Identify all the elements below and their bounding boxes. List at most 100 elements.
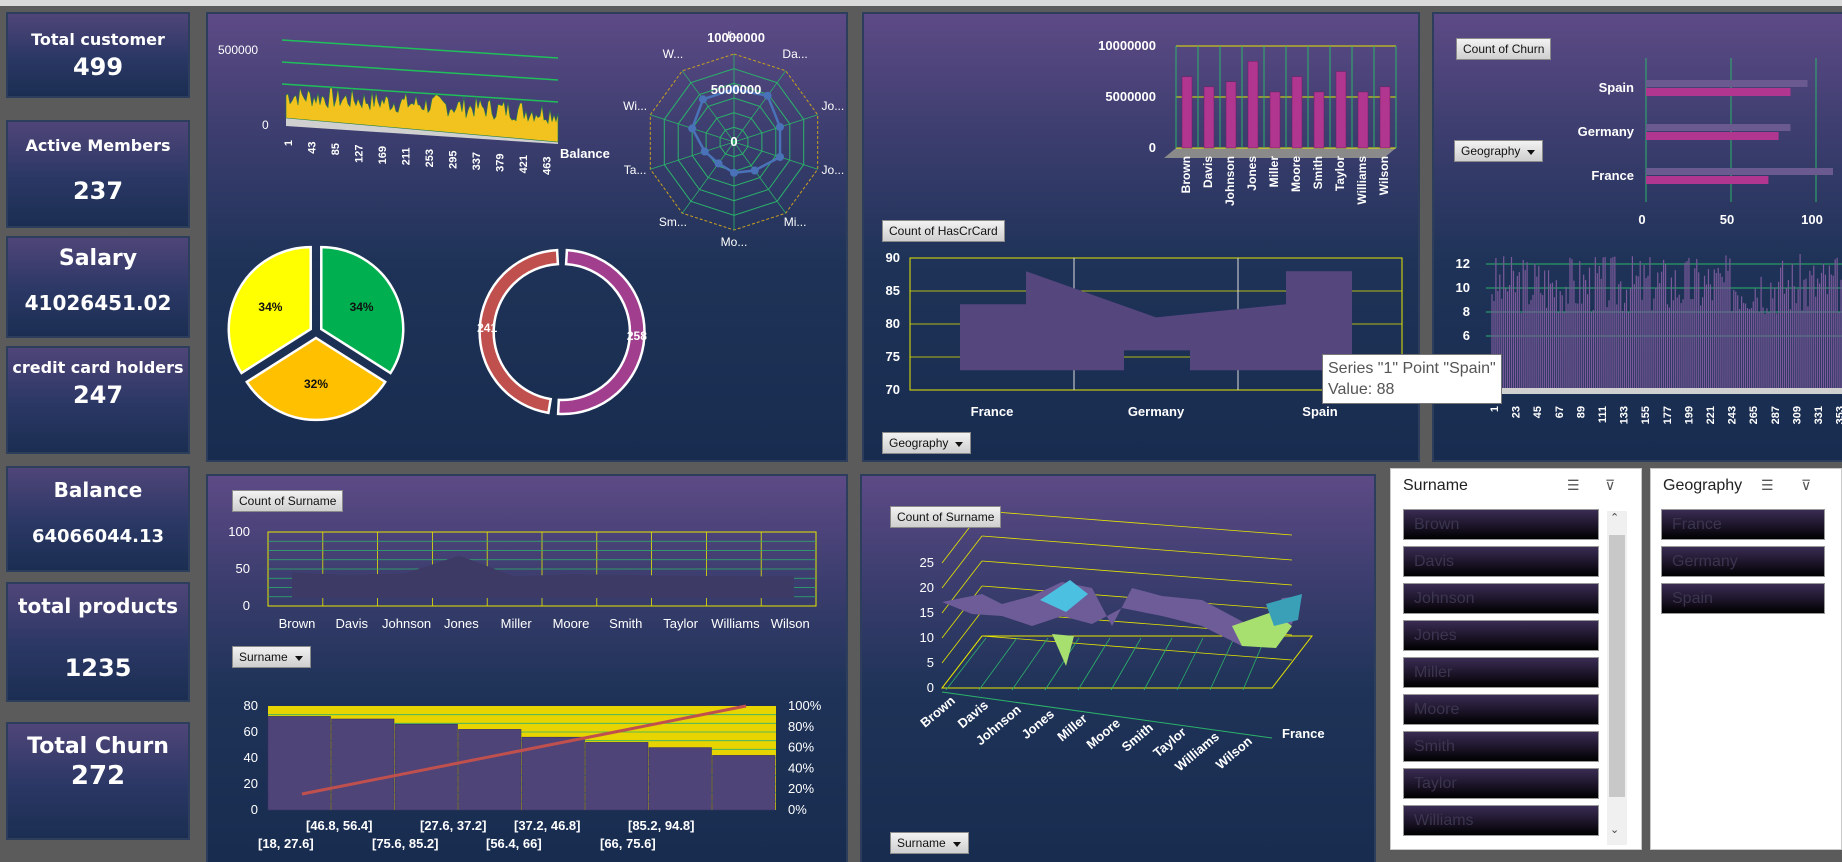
geography-dropdown[interactable]: Geography — [1454, 140, 1544, 162]
bar-series-a — [1646, 124, 1791, 131]
gridline — [1209, 637, 1235, 691]
x-tick-label: Taylor — [663, 616, 698, 631]
multi-select-icon[interactable]: ☰ — [1761, 477, 1774, 494]
slicer-item-jones[interactable]: Jones — [1403, 620, 1599, 651]
tooltip-line2: Value: 88 — [1328, 381, 1395, 398]
x-tick-label: Jones — [444, 616, 479, 631]
clear-filter-icon[interactable]: ⊽ — [1801, 477, 1811, 494]
sheet-gridline — [0, 0, 1842, 6]
y-tick-label: 85 — [886, 283, 900, 298]
surname-dropdown-2[interactable]: Surname — [890, 832, 969, 854]
gridline — [945, 637, 987, 691]
scroll-up-icon[interactable]: ⌃ — [1610, 511, 1619, 524]
kpi-salary: Salary 41026451.02 — [6, 236, 190, 338]
scroll-down-icon[interactable]: ⌄ — [1610, 823, 1619, 836]
overview-charts: 500000 0 Balance 1 43 85 127 169 211 253 295 337… — [218, 27, 844, 422]
radar-point — [750, 166, 759, 175]
kpi-value: 41026451.02 — [24, 291, 172, 315]
kpi-value: 64066044.13 — [31, 526, 165, 547]
y-tick-label: 10 — [920, 630, 934, 645]
slicer-item-johnson[interactable]: Johnson — [1403, 583, 1599, 614]
slicer-item-williams[interactable]: Williams — [1403, 805, 1599, 836]
slicer-item-miller[interactable]: Miller — [1403, 657, 1599, 688]
clear-filter-icon[interactable]: ⊽ — [1605, 477, 1615, 494]
balance-chart: 500000 0 Balance 1 43 85 127 169 211 253 295 337… — [218, 39, 610, 175]
slicer-item-germany[interactable]: Germany — [1661, 546, 1825, 577]
surname-dropdown[interactable]: Surname — [232, 646, 311, 668]
x-tick-label: 133 — [1619, 406, 1631, 424]
pie-label: 34% — [258, 300, 282, 314]
chart-tooltip: Series "1" Point "Spain" Value: 88 — [1322, 354, 1502, 404]
radar-r-tick: 0 — [730, 134, 737, 149]
gridline — [281, 39, 559, 59]
x-tick-label: [37.2, 46.8] — [514, 818, 581, 833]
radar-category-label: Mo... — [721, 235, 748, 249]
gridline — [981, 510, 1293, 536]
x-tick-label: 421 — [518, 155, 530, 173]
x-tick-label: Spain — [1302, 404, 1337, 419]
tooltip-line1: Series "1" Point "Spain" — [1328, 360, 1496, 377]
pie-chart: 34% 32% 34% — [227, 245, 405, 422]
kpi-value: 237 — [72, 177, 124, 205]
x-tick-label: France — [971, 404, 1014, 419]
kpi-balance: Balance 64066044.13 — [6, 466, 190, 572]
x-ticks: 1 43 85 127 169 211 253 295 337 379 421 463 — [283, 140, 554, 175]
y-tick-label: 5000000 — [1105, 89, 1156, 104]
count-surname-button[interactable]: Count of Surname — [232, 490, 344, 512]
x-tick-label: Germany — [1128, 404, 1185, 419]
bar — [1292, 76, 1302, 148]
count-churn-button[interactable]: Count of Churn — [1456, 38, 1552, 60]
count-hascrcard-button[interactable]: Count of HasCrCard — [882, 220, 1005, 242]
geography-slicer: Geography ☰ ⊽ France Germany Spain — [1650, 468, 1842, 850]
slicer-item-moore[interactable]: Moore — [1403, 694, 1599, 725]
x-tick-label: Williams — [711, 616, 760, 631]
radar-spoke — [733, 141, 787, 214]
radar-category-label: Sm... — [659, 215, 687, 229]
x-tick-label: Johnson — [1223, 156, 1237, 206]
radar-point — [699, 95, 707, 104]
y2-tick-label: 60% — [788, 740, 814, 755]
slicer-title: Surname — [1403, 477, 1468, 494]
bar-series-a — [1646, 80, 1808, 87]
slicer-scrollbar[interactable]: ⌃ ⌄ — [1607, 511, 1627, 845]
x-tick-label: 177 — [1662, 406, 1674, 424]
y-tick-label: 60 — [244, 724, 258, 739]
radar-r-tick: 5000000 — [711, 82, 762, 97]
x-tick-label: [66, 75.6] — [600, 836, 656, 851]
bar-series-a — [1646, 168, 1833, 175]
kpi-active-members: Active Members 237 — [6, 120, 190, 228]
y-tick-label: 15 — [920, 605, 934, 620]
surname-charts: 0 50 100 Brown Davis Johnson Jones Miller Moore S… — [228, 524, 821, 851]
floor — [1486, 388, 1842, 394]
y-tick: 500000 — [218, 43, 258, 57]
x-tick-label: 221 — [1705, 406, 1717, 424]
x-tick-label: 85 — [330, 143, 342, 155]
x-tick-label: 89 — [1575, 406, 1587, 418]
bar — [1336, 71, 1346, 148]
slicer-item-brown[interactable]: Brown — [1403, 509, 1599, 540]
panel-overview: 500000 0 Balance 1 43 85 127 169 211 253 295 337… — [206, 12, 848, 462]
gridline — [1176, 637, 1204, 691]
pareto-bar — [458, 729, 522, 811]
slicer-item-taylor[interactable]: Taylor — [1403, 768, 1599, 799]
kpi-total-churn: Total Churn 272 — [6, 722, 190, 840]
kpi-total-customer: Total customer 499 — [6, 12, 190, 98]
geography-filter-dropdown[interactable]: Geography — [882, 432, 972, 454]
slicer-item-france[interactable]: France — [1661, 509, 1825, 540]
x-tick-label: Miller — [1267, 156, 1281, 188]
y2-tick-label: 20% — [788, 781, 814, 796]
kpi-value: 1235 — [64, 654, 132, 682]
radar-point — [763, 91, 772, 100]
kpi-value: 247 — [72, 381, 124, 409]
radar-point — [700, 147, 709, 156]
y-tick-label: 12 — [1456, 256, 1470, 271]
slicer-item-davis[interactable]: Davis — [1403, 546, 1599, 577]
count-surname-button-2[interactable]: Count of Surname — [890, 506, 1002, 528]
slicer-item-spain[interactable]: Spain — [1661, 583, 1825, 614]
surface-chart: 0510152025BrownDavisJohnsonJonesMillerMo… — [917, 510, 1325, 774]
area-series — [960, 271, 1352, 371]
y-tick-label: 0 — [1149, 140, 1156, 155]
multi-select-icon[interactable]: ☰ — [1567, 477, 1580, 494]
scroll-thumb[interactable] — [1609, 535, 1625, 797]
slicer-item-smith[interactable]: Smith — [1403, 731, 1599, 762]
